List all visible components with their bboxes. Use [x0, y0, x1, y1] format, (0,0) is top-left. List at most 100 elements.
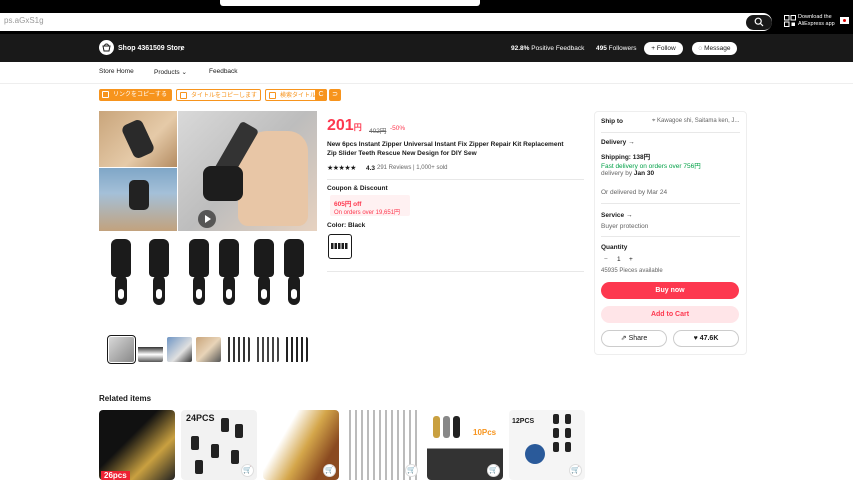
chevron-right-icon[interactable]: › — [180, 43, 183, 53]
feedback-label: Positive Feedback — [531, 45, 585, 52]
related-item[interactable]: 🛒 — [345, 410, 421, 480]
alt-delivery: Or delivered by Mar 24 — [601, 189, 668, 196]
copy-title-label: タイトルをコピーします — [191, 93, 258, 99]
quantity-value[interactable]: 1 — [617, 256, 621, 263]
follow-button[interactable]: + Follow — [644, 42, 683, 55]
related-item[interactable]: 26pcs — [99, 410, 175, 480]
followers-label: Followers — [608, 45, 637, 52]
divider — [601, 203, 740, 204]
search-title-label: 検索タイトル — [280, 93, 317, 99]
related-items-heading: Related items — [99, 394, 152, 403]
add-to-cart-icon[interactable]: 🛒 — [569, 464, 582, 477]
search-input-value: ps.aGxS1g — [4, 16, 44, 25]
delivery-by: delivery by Jan 30 — [601, 170, 654, 177]
followers-value: 495 — [596, 45, 607, 52]
related-item[interactable]: 10Pcs 🛒 — [427, 410, 503, 480]
store-feedback: 92.8% Positive Feedback — [511, 45, 584, 52]
extension-rss-icon[interactable]: ⊃ — [329, 89, 341, 101]
wishlist-count: 47.6K — [699, 335, 719, 342]
discount-badge: -50% — [390, 125, 406, 132]
arrow-right-icon: → — [624, 212, 633, 219]
rating-stars-icon: ★★★★★ — [327, 165, 356, 172]
add-to-cart-icon[interactable]: 🛒 — [487, 464, 500, 477]
ship-to-location[interactable]: ⌖ Kawagoe shi, Saitama ken, J... — [652, 118, 739, 125]
search-button[interactable] — [746, 15, 772, 30]
product-title: New 6pcs Instant Zipper Universal Instan… — [327, 141, 564, 157]
feedback-value: 92.8% — [511, 45, 530, 52]
original-price: 402円 — [369, 128, 387, 135]
reviews-count: 291 Reviews — [377, 165, 412, 171]
browser-top-strip — [0, 0, 853, 12]
copy-icon — [180, 92, 187, 99]
store-logo-icon[interactable] — [99, 40, 114, 55]
message-label: Message — [704, 45, 731, 52]
price-unit: 円 — [353, 123, 362, 132]
reviews-and-sold[interactable]: 291 Reviews | 1,000+ sold — [377, 165, 447, 171]
service-heading-label: Service — [601, 212, 625, 219]
thumbnail[interactable] — [225, 337, 250, 362]
search-icon — [754, 17, 764, 27]
app-download-line1: Download the — [798, 14, 832, 20]
nav-store-home[interactable]: Store Home — [99, 68, 134, 75]
top-notification-strip — [220, 0, 480, 6]
share-label: Share — [628, 335, 648, 342]
thumbnail[interactable] — [107, 335, 136, 364]
app-download-line2: AliExpress app — [798, 21, 835, 27]
copy-link-button[interactable]: リンクをコピーする — [99, 89, 172, 101]
nav-products-label: Products — [154, 69, 180, 76]
coupon-card[interactable]: 605円 off On orders over 19,651円 — [330, 195, 410, 216]
store-name-link[interactable]: Shop 4361509 Store — [118, 45, 185, 52]
add-to-cart-icon[interactable]: 🛒 — [323, 464, 336, 477]
follow-label: Follow — [656, 45, 676, 52]
sold-count: 1,000+ sold — [416, 165, 448, 171]
product-image-zipper-pullers — [99, 233, 317, 329]
buy-now-button[interactable]: Buy now — [601, 282, 739, 299]
arrow-right-icon: → — [626, 139, 635, 146]
product-image-gallery[interactable] — [99, 111, 317, 329]
divider — [601, 132, 740, 133]
wishlist-button[interactable]: ♥ 47.6K — [673, 330, 739, 347]
fast-delivery-note: Fast delivery on orders over 756円 — [601, 163, 701, 170]
thumbnail[interactable] — [283, 337, 308, 362]
thumbnail[interactable] — [138, 337, 163, 362]
service-heading[interactable]: Service → — [601, 212, 632, 219]
nav-divider — [0, 83, 853, 84]
thumbnail[interactable] — [196, 337, 221, 362]
related-item[interactable]: 🛒 — [263, 410, 339, 480]
search-input[interactable]: ps.aGxS1g — [0, 13, 772, 31]
add-to-cart-icon[interactable]: 🛒 — [405, 464, 418, 477]
add-to-cart-button[interactable]: Add to Cart — [601, 306, 739, 323]
quantity-increase-button[interactable]: + — [629, 256, 633, 263]
app-download-link[interactable]: Download the AliExpress app — [798, 14, 838, 28]
thumbnail[interactable] — [167, 337, 192, 362]
copy-title-button[interactable]: タイトルをコピーします — [176, 89, 261, 101]
delivery-heading[interactable]: Delivery → — [601, 139, 635, 146]
related-item-badge: 10Pcs — [473, 428, 497, 437]
copy-link-label: リンクをコピーする — [113, 92, 168, 98]
share-button[interactable]: ⇗ Share — [601, 330, 667, 347]
related-item[interactable]: 24PCS 🛒 — [181, 410, 257, 480]
nav-feedback[interactable]: Feedback — [209, 68, 238, 75]
available-pieces: 45935 Pieces available — [601, 268, 663, 274]
share-icon: ⇗ — [620, 335, 629, 342]
rating-value: 4.3 — [366, 165, 376, 172]
coupon-heading: Coupon & Discount — [327, 185, 388, 192]
extension-c-icon[interactable]: C — [315, 89, 327, 101]
thumbnail[interactable] — [254, 337, 279, 362]
color-swatch-black[interactable] — [328, 234, 352, 259]
product-image-zipper-closeup — [99, 168, 177, 231]
search-icon — [269, 92, 276, 99]
chevron-down-icon: ⌄ — [181, 69, 187, 76]
country-flag-icon[interactable] — [840, 17, 849, 24]
play-video-icon[interactable] — [198, 210, 216, 228]
product-image-zipper-hand — [99, 111, 177, 167]
price-value: 201 — [327, 117, 354, 134]
nav-products[interactable]: Products ⌄ — [154, 68, 187, 76]
qr-code-icon[interactable] — [784, 15, 796, 27]
add-to-cart-icon[interactable]: 🛒 — [241, 464, 254, 477]
quantity-decrease-button[interactable]: − — [604, 256, 608, 263]
message-button[interactable]: ◌ Message — [692, 42, 737, 55]
delivery-by-label: delivery by — [601, 170, 633, 177]
related-item[interactable]: 12PCS 🛒 — [509, 410, 585, 480]
ship-to-label: Ship to — [601, 118, 624, 125]
